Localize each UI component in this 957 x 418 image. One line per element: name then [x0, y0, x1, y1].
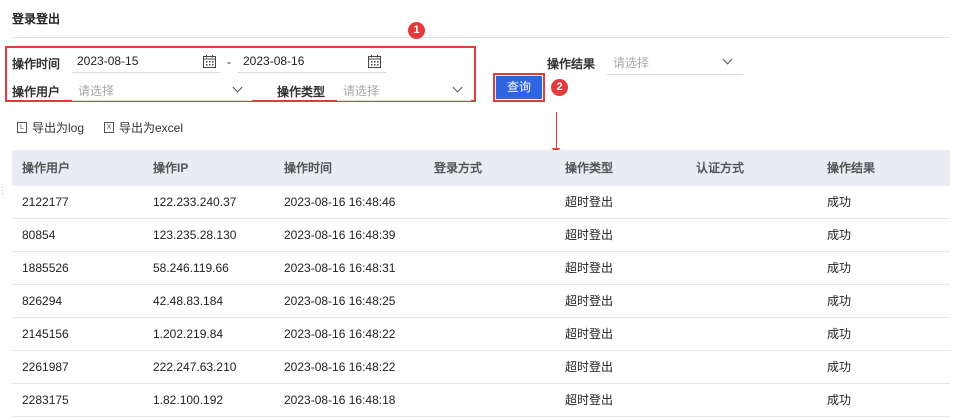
- cell-auth-method: [686, 252, 817, 284]
- cell-ip: 1.82.100.192: [153, 393, 224, 407]
- cell-ip: 42.48.83.184: [153, 294, 224, 308]
- start-date-underline: [72, 72, 220, 73]
- cell-time: 2023-08-16 16:48:18: [284, 393, 396, 407]
- annotation-arrow: [556, 112, 557, 150]
- cell-user: 80854: [22, 228, 56, 242]
- date-range-separator: -: [227, 55, 231, 69]
- cell-login-method: [424, 285, 555, 317]
- calendar-icon[interactable]: [368, 55, 381, 68]
- cell-login-method: [424, 219, 555, 251]
- export-excel-button[interactable]: X 导出为excel: [104, 119, 183, 136]
- table-row[interactable]: 1885526 58.246.119.66 2023-08-16 16:48:3…: [12, 252, 950, 285]
- annotation-badge-2: 2: [551, 79, 568, 96]
- cell-op-type: 超时登出: [565, 327, 614, 341]
- op-time-label: 操作时间: [12, 57, 61, 71]
- cell-user: 2261987: [22, 360, 69, 374]
- page-title: 登录登出: [12, 12, 61, 26]
- cell-result: 成功: [827, 360, 852, 374]
- op-user-underline: [72, 100, 252, 101]
- cell-result: 成功: [827, 393, 852, 407]
- export-excel-icon: X: [104, 122, 114, 133]
- cell-login-method: [424, 318, 555, 350]
- end-date-underline: [238, 72, 386, 73]
- cell-auth-method: [686, 351, 817, 383]
- table-row[interactable]: 2122177 122.233.240.37 2023-08-16 16:48:…: [12, 186, 950, 219]
- cell-user: 1885526: [22, 261, 69, 275]
- export-excel-label: 导出为excel: [119, 121, 184, 135]
- op-type-select[interactable]: 请选择: [343, 82, 379, 99]
- table-row[interactable]: 2145156 1.202.219.84 2023-08-16 16:48:22…: [12, 318, 950, 351]
- cell-login-method: [424, 351, 555, 383]
- column-header[interactable]: 操作结果: [817, 150, 950, 186]
- cell-ip: 222.247.63.210: [153, 360, 237, 374]
- cell-login-method: [424, 252, 555, 284]
- op-type-label: 操作类型: [277, 85, 326, 99]
- cell-login-method: [424, 384, 555, 416]
- cell-time: 2023-08-16 16:48:25: [284, 294, 396, 308]
- end-date-input[interactable]: 2023-08-16: [243, 54, 304, 68]
- column-header[interactable]: 操作用户: [12, 150, 143, 186]
- annotation-box-filters: [5, 46, 476, 102]
- annotation-badge-1: 1: [408, 22, 425, 39]
- op-type-underline: [337, 100, 471, 101]
- cell-auth-method: [686, 285, 817, 317]
- op-user-select[interactable]: 请选择: [78, 82, 114, 99]
- cell-op-type: 超时登出: [565, 195, 614, 209]
- cell-op-type: 超时登出: [565, 228, 614, 242]
- cell-user: 2122177: [22, 195, 69, 209]
- table-row[interactable]: 2261987 222.247.63.210 2023-08-16 16:48:…: [12, 351, 950, 384]
- cell-time: 2023-08-16 16:48:39: [284, 228, 396, 242]
- cell-ip: 123.235.28.130: [153, 228, 237, 242]
- column-header[interactable]: 操作类型: [555, 150, 686, 186]
- query-button[interactable]: 查询: [496, 76, 542, 99]
- cell-result: 成功: [827, 261, 852, 275]
- export-log-label: 导出为log: [32, 121, 85, 135]
- table-row[interactable]: 826294 42.48.83.184 2023-08-16 16:48:25 …: [12, 285, 950, 318]
- cell-result: 成功: [827, 228, 852, 242]
- chevron-down-icon[interactable]: [722, 54, 733, 65]
- cell-ip: 1.202.219.84: [153, 327, 224, 341]
- cell-op-type: 超时登出: [565, 261, 614, 275]
- cell-auth-method: [686, 219, 817, 251]
- cell-auth-method: [686, 318, 817, 350]
- op-result-select[interactable]: 请选择: [613, 54, 649, 71]
- cell-auth-method: [686, 384, 817, 416]
- cell-user: 2283175: [22, 393, 69, 407]
- table-row[interactable]: 80854 123.235.28.130 2023-08-16 16:48:39…: [12, 219, 950, 252]
- cell-op-type: 超时登出: [565, 393, 614, 407]
- cell-ip: 122.233.240.37: [153, 195, 237, 209]
- table-row[interactable]: 2283175 1.82.100.192 2023-08-16 16:48:18…: [12, 384, 950, 417]
- cell-time: 2023-08-16 16:48:31: [284, 261, 396, 275]
- op-result-underline: [607, 74, 743, 75]
- table-header: 操作用户 操作IP 操作时间 登录方式 操作类型 认证方式 操作结果: [12, 150, 950, 186]
- calendar-icon[interactable]: [203, 55, 216, 68]
- cell-time: 2023-08-16 16:48:46: [284, 195, 396, 209]
- cell-user: 2145156: [22, 327, 69, 341]
- title-divider: [12, 37, 950, 38]
- column-header[interactable]: 操作IP: [143, 150, 274, 186]
- cell-user: 826294: [22, 294, 63, 308]
- op-result-label: 操作结果: [547, 57, 596, 71]
- column-header[interactable]: 认证方式: [686, 150, 817, 186]
- cell-auth-method: [686, 186, 817, 218]
- cell-op-type: 超时登出: [565, 294, 614, 308]
- cell-op-type: 超时登出: [565, 360, 614, 374]
- cell-result: 成功: [827, 327, 852, 341]
- export-log-button[interactable]: L 导出为log: [17, 119, 84, 136]
- cell-result: 成功: [827, 195, 852, 209]
- log-table: 操作用户 操作IP 操作时间 登录方式 操作类型 认证方式 操作结果 21221…: [12, 150, 950, 417]
- start-date-input[interactable]: 2023-08-15: [77, 54, 138, 68]
- cell-time: 2023-08-16 16:48:22: [284, 360, 396, 374]
- cell-login-method: [424, 186, 555, 218]
- column-header[interactable]: 操作时间: [274, 150, 424, 186]
- op-user-label: 操作用户: [12, 85, 61, 99]
- export-log-icon: L: [17, 122, 27, 133]
- drag-handle-icon[interactable]: · · ·: [1, 184, 4, 198]
- cell-ip: 58.246.119.66: [153, 261, 229, 275]
- cell-result: 成功: [827, 294, 852, 308]
- column-header[interactable]: 登录方式: [424, 150, 555, 186]
- cell-time: 2023-08-16 16:48:22: [284, 327, 396, 341]
